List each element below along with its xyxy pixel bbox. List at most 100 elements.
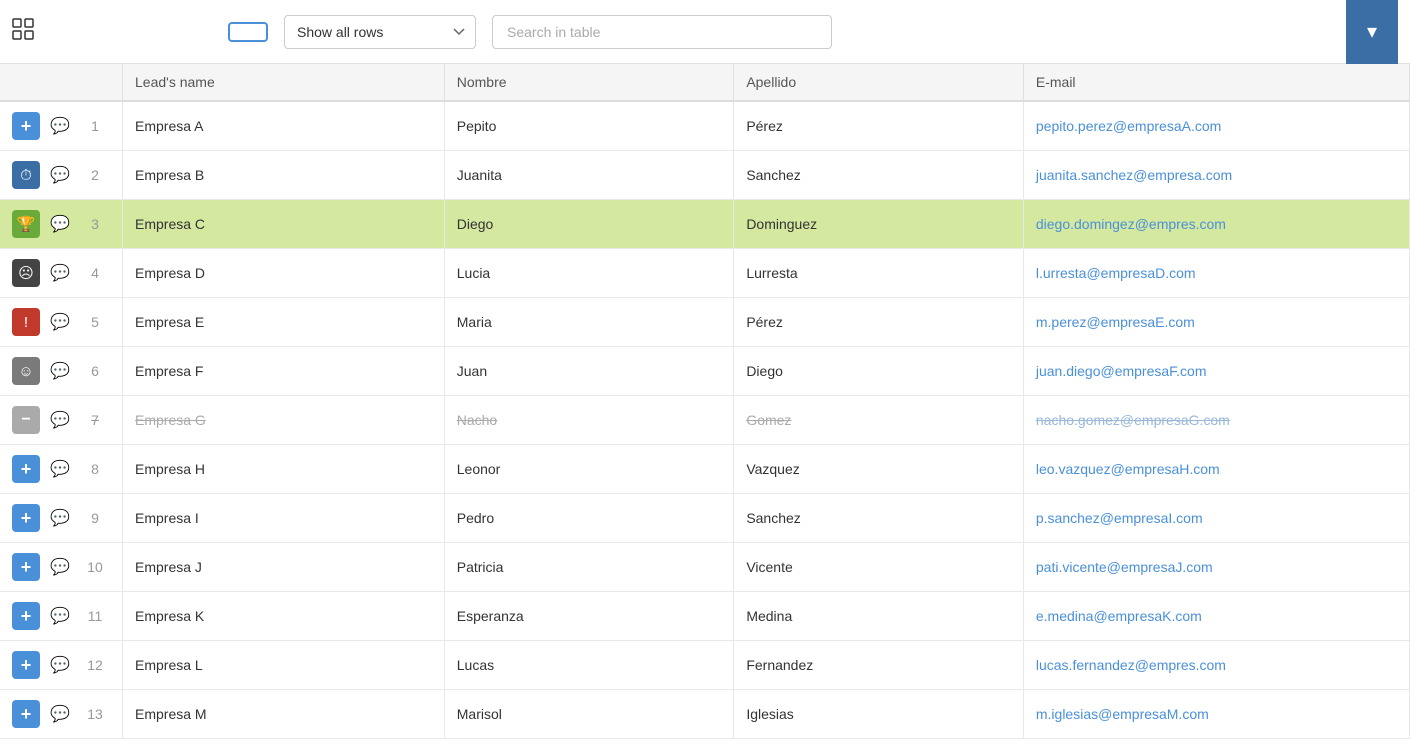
- row-number: 4: [80, 265, 110, 281]
- lead-name-cell: Empresa L: [123, 641, 445, 690]
- comment-button[interactable]: 💬: [46, 406, 74, 434]
- lead-name-cell: Empresa B: [123, 151, 445, 200]
- action-cell: − 💬 7: [0, 396, 123, 445]
- nombre-cell: Patricia: [444, 543, 734, 592]
- apellido-cell: Sanchez: [734, 151, 1024, 200]
- comment-button[interactable]: 💬: [46, 455, 74, 483]
- comment-button[interactable]: 💬: [46, 161, 74, 189]
- apellido-cell: Medina: [734, 592, 1024, 641]
- comment-button[interactable]: 💬: [46, 308, 74, 336]
- col-nombre: Nombre: [444, 64, 734, 101]
- table-row: 🏆 💬 3 Empresa CDiegoDominguezdiego.domin…: [0, 200, 1410, 249]
- comment-button[interactable]: 💬: [46, 700, 74, 728]
- app-header: Show all rowsShow matched rowsShow unmat…: [0, 0, 1410, 64]
- table-header: Lead's name Nombre Apellido E-mail: [0, 64, 1410, 101]
- table-body: + 💬 1 Empresa APepitoPérezpepito.perez@e…: [0, 101, 1410, 739]
- comment-button[interactable]: 💬: [46, 210, 74, 238]
- nombre-cell: Pepito: [444, 101, 734, 151]
- lead-name-cell: Empresa C: [123, 200, 445, 249]
- action-cell: ☺ 💬 6: [0, 347, 123, 396]
- add-button[interactable]: +: [12, 455, 40, 483]
- table-row: + 💬 1 Empresa APepitoPérezpepito.perez@e…: [0, 101, 1410, 151]
- nombre-cell: Lucas: [444, 641, 734, 690]
- lead-creation-button[interactable]: [228, 22, 268, 42]
- comment-button[interactable]: 💬: [46, 651, 74, 679]
- nombre-cell: Juanita: [444, 151, 734, 200]
- comment-button[interactable]: 💬: [46, 357, 74, 385]
- action-cell: ! 💬 5: [0, 298, 123, 347]
- action-cell: + 💬 1: [0, 101, 123, 151]
- email-cell: e.medina@empresaK.com: [1023, 592, 1409, 641]
- email-cell: lucas.fernandez@empres.com: [1023, 641, 1409, 690]
- apellido-cell: Diego: [734, 347, 1024, 396]
- action-cell: ☹ 💬 4: [0, 249, 123, 298]
- nombre-cell: Maria: [444, 298, 734, 347]
- minus-button[interactable]: −: [12, 406, 40, 434]
- trophy-button[interactable]: 🏆: [12, 210, 40, 238]
- comment-button[interactable]: 💬: [46, 553, 74, 581]
- email-cell: m.iglesias@empresaM.com: [1023, 690, 1409, 739]
- add-button[interactable]: +: [12, 112, 40, 140]
- comment-button[interactable]: 💬: [46, 259, 74, 287]
- table-row: − 💬 7 Empresa GNachoGomeznacho.gomez@emp…: [0, 396, 1410, 445]
- col-lead-name: Lead's name: [123, 64, 445, 101]
- table-row: + 💬 11 Empresa KEsperanzaMedinae.medina@…: [0, 592, 1410, 641]
- table-row: ⏱ 💬 2 Empresa BJuanitaSanchezjuanita.san…: [0, 151, 1410, 200]
- email-cell: p.sanchez@empresaI.com: [1023, 494, 1409, 543]
- add-button[interactable]: +: [12, 651, 40, 679]
- lead-name-cell: Empresa F: [123, 347, 445, 396]
- table-row: + 💬 10 Empresa JPatriciaVicentepati.vice…: [0, 543, 1410, 592]
- table-row: + 💬 12 Empresa LLucasFernandezlucas.fern…: [0, 641, 1410, 690]
- row-number: 5: [80, 314, 110, 330]
- sad-button[interactable]: ☹: [12, 259, 40, 287]
- table-row: ! 💬 5 Empresa EMariaPérezm.perez@empresa…: [0, 298, 1410, 347]
- apellido-cell: Vazquez: [734, 445, 1024, 494]
- row-number: 11: [80, 608, 110, 624]
- email-cell: juanita.sanchez@empresa.com: [1023, 151, 1409, 200]
- show-rows-select[interactable]: Show all rowsShow matched rowsShow unmat…: [284, 15, 476, 49]
- apellido-cell: Sanchez: [734, 494, 1024, 543]
- nombre-cell: Juan: [444, 347, 734, 396]
- add-button[interactable]: +: [12, 553, 40, 581]
- clock-button[interactable]: ⏱: [12, 161, 40, 189]
- lead-name-cell: Empresa A: [123, 101, 445, 151]
- nombre-cell: Leonor: [444, 445, 734, 494]
- action-cell: + 💬 11: [0, 592, 123, 641]
- page-title: [12, 18, 212, 45]
- add-button[interactable]: +: [12, 700, 40, 728]
- lead-name-cell: Empresa K: [123, 592, 445, 641]
- lead-name-cell: Empresa D: [123, 249, 445, 298]
- exclaim-button[interactable]: !: [12, 308, 40, 336]
- search-input[interactable]: [492, 15, 832, 49]
- row-number: 10: [80, 559, 110, 575]
- email-cell: l.urresta@empresaD.com: [1023, 249, 1409, 298]
- table-wrapper: Lead's name Nombre Apellido E-mail + 💬 1…: [0, 64, 1410, 739]
- action-cell: + 💬 9: [0, 494, 123, 543]
- smile-button[interactable]: ☺: [12, 357, 40, 385]
- email-cell: juan.diego@empresaF.com: [1023, 347, 1409, 396]
- comment-button[interactable]: 💬: [46, 504, 74, 532]
- col-apellido: Apellido: [734, 64, 1024, 101]
- nombre-cell: Diego: [444, 200, 734, 249]
- apellido-cell: Fernandez: [734, 641, 1024, 690]
- nombre-cell: Lucia: [444, 249, 734, 298]
- comment-button[interactable]: 💬: [46, 602, 74, 630]
- lead-name-cell: Empresa G: [123, 396, 445, 445]
- row-number: 8: [80, 461, 110, 477]
- email-cell: nacho.gomez@empresaG.com: [1023, 396, 1409, 445]
- comment-button[interactable]: 💬: [46, 112, 74, 140]
- row-number: 6: [80, 363, 110, 379]
- col-actions: [0, 64, 123, 101]
- lead-name-cell: Empresa H: [123, 445, 445, 494]
- add-button[interactable]: +: [12, 602, 40, 630]
- row-number: 13: [80, 706, 110, 722]
- add-button[interactable]: +: [12, 504, 40, 532]
- dropdown-button[interactable]: ▾: [1346, 0, 1398, 64]
- nombre-cell: Marisol: [444, 690, 734, 739]
- apellido-cell: Vicente: [734, 543, 1024, 592]
- lead-name-cell: Empresa J: [123, 543, 445, 592]
- row-number: 7: [80, 412, 110, 428]
- lead-name-cell: Empresa I: [123, 494, 445, 543]
- apellido-cell: Lurresta: [734, 249, 1024, 298]
- email-cell: pepito.perez@empresaA.com: [1023, 101, 1409, 151]
